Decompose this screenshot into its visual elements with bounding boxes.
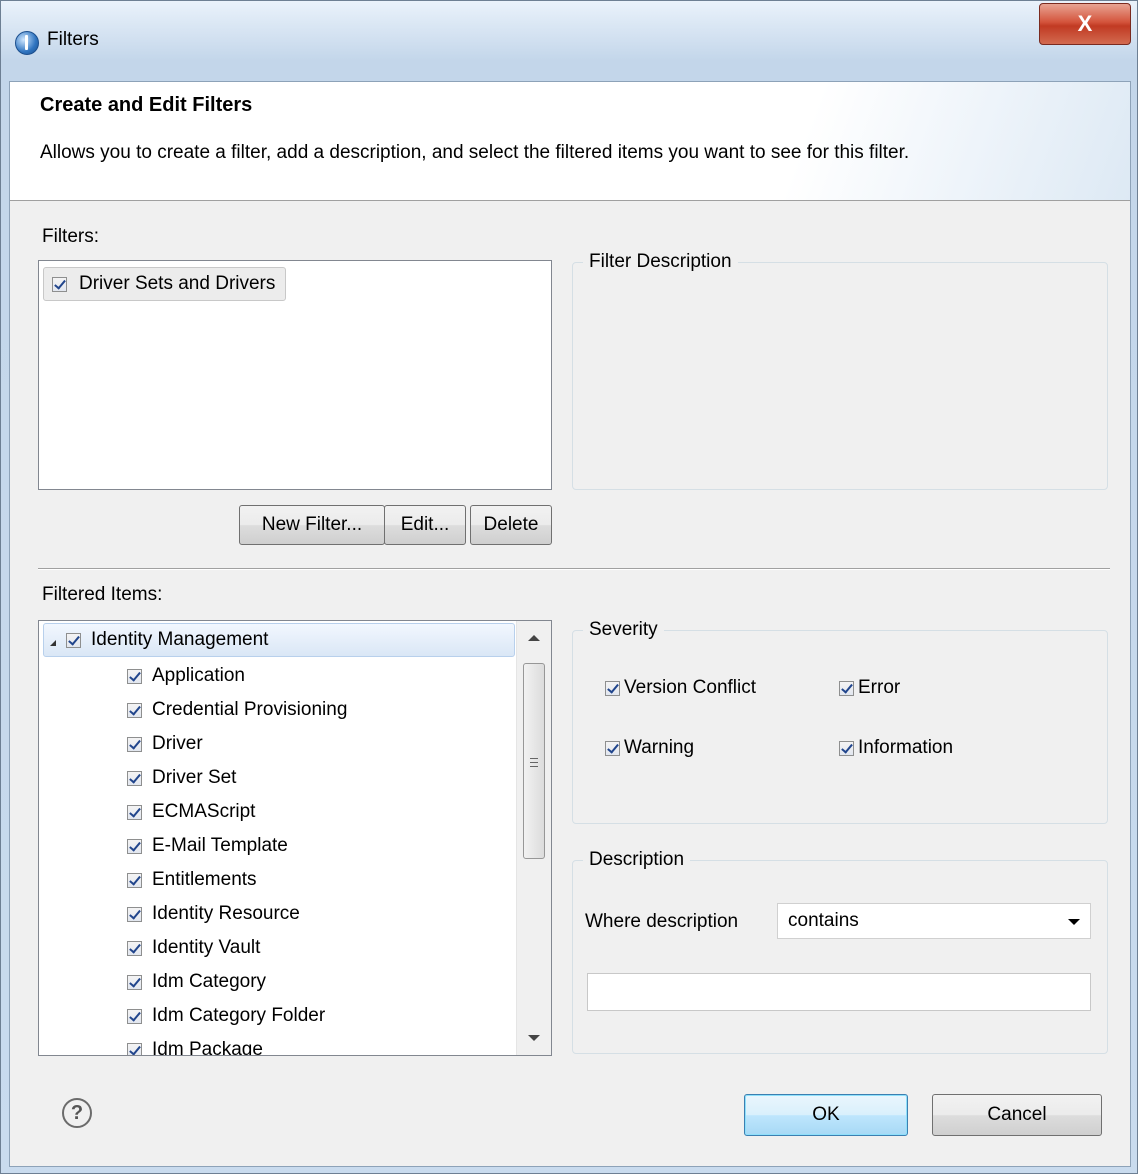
severity-title: Severity [583, 619, 664, 641]
header-description: Allows you to create a filter, add a des… [40, 142, 910, 163]
tree-item[interactable]: ECMAScript [127, 795, 255, 829]
error-checkbox[interactable] [839, 680, 854, 696]
tree-item-label: Idm Package [152, 1039, 263, 1056]
grip-line [530, 762, 538, 763]
tree-item[interactable]: Application [127, 659, 245, 693]
tree-item-label: Idm Category Folder [152, 1005, 326, 1026]
warning-checkbox[interactable] [605, 740, 620, 756]
filtered-items-tree[interactable]: Identity Management Application Credenti… [38, 620, 552, 1056]
tree-checkbox[interactable] [127, 668, 142, 684]
severity-warning[interactable]: Warning [605, 737, 694, 759]
dialog-content: Create and Edit Filters Allows you to cr… [9, 81, 1131, 1167]
information-label: Information [858, 737, 954, 758]
tree-item-label: ECMAScript [152, 801, 256, 822]
close-button[interactable]: X [1039, 3, 1131, 45]
tree-item[interactable]: Credential Provisioning [127, 693, 347, 727]
tree-item[interactable]: Identity Resource [127, 897, 300, 931]
tree-checkbox[interactable] [127, 1042, 142, 1055]
filtered-items-label: Filtered Items: [42, 584, 163, 605]
new-filter-button[interactable]: New Filter... [239, 505, 385, 545]
tree-checkbox[interactable] [127, 974, 142, 990]
tree-checkbox[interactable] [127, 940, 142, 956]
tree-checkbox[interactable] [66, 632, 81, 648]
tree-checkbox[interactable] [127, 804, 142, 820]
tree-item[interactable]: Idm Package [127, 1033, 263, 1056]
scrollbar-thumb[interactable] [523, 663, 545, 859]
app-icon [15, 31, 39, 55]
ok-button[interactable]: OK [744, 1094, 908, 1136]
header-title: Create and Edit Filters [40, 94, 253, 116]
scroll-down-arrow-icon[interactable] [528, 1035, 540, 1041]
grip-line [530, 758, 538, 759]
tree-item[interactable]: Identity Vault [127, 931, 260, 965]
tree-item[interactable]: Idm Category [127, 965, 266, 999]
tree-checkbox[interactable] [127, 906, 142, 922]
tree-item-label: Identity Resource [152, 903, 300, 924]
collapse-arrow-icon[interactable] [50, 634, 56, 646]
edit-button[interactable]: Edit... [384, 505, 466, 545]
tree-item[interactable]: Driver [127, 727, 203, 761]
filters-dialog: Filters X Create and Edit Filters Allows… [0, 0, 1138, 1174]
warning-label: Warning [624, 737, 695, 758]
tree-item-label: Credential Provisioning [152, 699, 348, 720]
window-title: Filters [47, 29, 99, 50]
filter-checkbox[interactable] [52, 276, 67, 292]
delete-button[interactable]: Delete [470, 505, 552, 545]
vertical-scrollbar[interactable] [516, 621, 551, 1055]
operator-dropdown[interactable]: contains [777, 903, 1091, 939]
tree-item[interactable]: Entitlements [127, 863, 257, 897]
where-description-label: Where description [585, 911, 739, 932]
filter-item[interactable]: Driver Sets and Drivers [43, 267, 287, 301]
help-icon[interactable]: ? [62, 1098, 92, 1128]
title-bar: Filters X [1, 1, 1137, 81]
tree-item-label: E-Mail Template [152, 835, 288, 856]
tree-checkbox[interactable] [127, 1008, 142, 1024]
scroll-up-arrow-icon[interactable] [528, 635, 540, 641]
operator-value: contains [788, 910, 859, 931]
separator [38, 568, 1110, 570]
severity-version-conflict[interactable]: Version Conflict [605, 677, 756, 699]
tree-item[interactable]: E-Mail Template [127, 829, 288, 863]
tree-checkbox[interactable] [127, 872, 142, 888]
cancel-button[interactable]: Cancel [932, 1094, 1102, 1136]
tree-item-label: Identity Vault [152, 937, 261, 958]
filter-description-title: Filter Description [583, 251, 738, 273]
information-checkbox[interactable] [839, 740, 854, 756]
severity-information[interactable]: Information [839, 737, 953, 759]
tree-item-label: Entitlements [152, 869, 257, 890]
severity-error[interactable]: Error [839, 677, 900, 699]
filter-item-label: Driver Sets and Drivers [79, 273, 276, 294]
description-group: Description Where description contains [572, 849, 1108, 1054]
filter-description-group: Filter Description [572, 251, 1108, 490]
severity-group: Severity Version Conflict Error Warning … [572, 619, 1108, 824]
error-label: Error [858, 677, 901, 698]
description-title: Description [583, 849, 691, 871]
version-conflict-label: Version Conflict [624, 677, 757, 698]
tree-item[interactable]: Driver Set [127, 761, 236, 795]
tree-checkbox[interactable] [127, 736, 142, 752]
description-text-field[interactable] [587, 973, 1091, 1011]
tree-item-label: Driver [152, 733, 203, 754]
dialog-header: Create and Edit Filters Allows you to cr… [10, 82, 1130, 201]
tree-root-label: Identity Management [91, 629, 269, 650]
chevron-down-icon[interactable] [1068, 919, 1080, 925]
tree-root-row[interactable]: Identity Management [43, 623, 515, 657]
tree-item[interactable]: Idm Category Folder [127, 999, 325, 1033]
filters-label: Filters: [42, 226, 99, 247]
grip-line [530, 766, 538, 767]
tree-checkbox[interactable] [127, 702, 142, 718]
tree-checkbox[interactable] [127, 770, 142, 786]
tree-item-label: Idm Category [152, 971, 267, 992]
tree-item-label: Driver Set [152, 767, 237, 788]
tree-item-label: Application [152, 665, 245, 686]
tree-checkbox[interactable] [127, 838, 142, 854]
version-conflict-checkbox[interactable] [605, 680, 620, 696]
filters-list[interactable]: Driver Sets and Drivers [38, 260, 552, 490]
